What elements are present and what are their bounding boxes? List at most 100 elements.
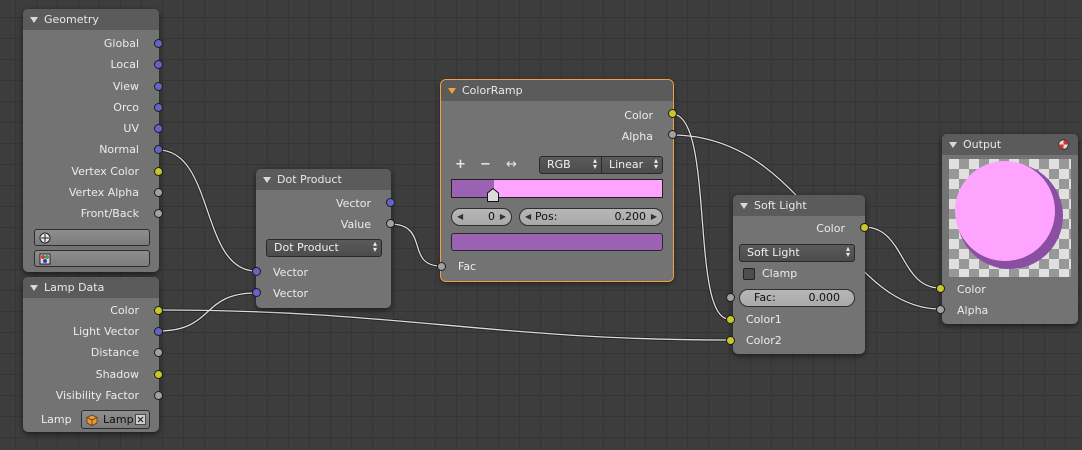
- interpolation-dropdown[interactable]: Linear ▴ ▾: [601, 156, 663, 174]
- lamp-light-vector-socket[interactable]: [154, 327, 163, 336]
- color-mode-dropdown[interactable]: RGB ▴ ▾: [539, 156, 602, 174]
- uv-map-field[interactable]: [34, 229, 150, 246]
- geometry-output-normal: Normal: [99, 143, 139, 156]
- dot-product-output-vector: Vector: [335, 197, 371, 210]
- soft-light-node[interactable]: Soft Light Color Soft Light ▴ ▾ Clamp Fac…: [733, 195, 865, 354]
- output-input-alpha: Alpha: [957, 304, 989, 317]
- active-stop-field[interactable]: ◀ 0 ▶: [451, 208, 512, 226]
- colorramp-color-out-socket[interactable]: [668, 109, 677, 118]
- soft-light-fac-in-socket[interactable]: [726, 293, 735, 302]
- lamp-distance-socket[interactable]: [154, 348, 163, 357]
- soft-light-node-header[interactable]: Soft Light: [733, 195, 865, 216]
- lamp-data-node[interactable]: Lamp Data Color Light Vector Distance Sh…: [23, 277, 159, 432]
- soft-light-color2-in-socket[interactable]: [726, 336, 735, 345]
- lamp-object-field[interactable]: Lamp: [81, 410, 150, 429]
- lamp-color-socket[interactable]: [154, 306, 163, 315]
- output-alpha-in-socket[interactable]: [936, 305, 945, 314]
- colorramp-node-title: ColorRamp: [462, 84, 523, 97]
- dot-product-node[interactable]: Dot Product Vector Value Dot Product ▴ ▾ …: [256, 169, 391, 308]
- decrement-arrow-icon[interactable]: ◀: [457, 209, 463, 225]
- output-input-color: Color: [957, 283, 986, 296]
- output-node-header[interactable]: Output: [942, 134, 1078, 155]
- collapse-triangle-icon[interactable]: [740, 203, 748, 209]
- dropdown-arrows-icon: ▴ ▾: [653, 156, 658, 171]
- geometry-output-front-back: Front/Back: [80, 207, 139, 220]
- preview-toggle-icon[interactable]: [1058, 139, 1069, 150]
- decrement-arrow-icon[interactable]: ◀: [525, 209, 531, 225]
- geometry-node-header[interactable]: Geometry: [23, 9, 159, 30]
- dot-product-vector-in-1-socket[interactable]: [252, 267, 261, 276]
- geometry-local-socket[interactable]: [154, 60, 163, 69]
- geometry-output-view: View: [112, 80, 139, 93]
- collapse-triangle-icon[interactable]: [263, 177, 271, 183]
- dot-product-vector-out-socket[interactable]: [386, 198, 395, 207]
- dropdown-arrows-icon: ▴ ▾: [592, 156, 597, 171]
- dot-product-node-title: Dot Product: [277, 173, 342, 186]
- lamp-output-color: Color: [110, 304, 139, 317]
- geometry-vertex-alpha-socket[interactable]: [154, 188, 163, 197]
- geometry-vertex-color-socket[interactable]: [154, 167, 163, 176]
- flip-ramp-button[interactable]: ↔: [506, 157, 517, 172]
- output-node[interactable]: Output Color Alpha: [942, 134, 1078, 324]
- dot-product-value-out-socket[interactable]: [386, 219, 395, 228]
- increment-arrow-icon[interactable]: ▶: [651, 209, 657, 225]
- lamp-object-value: Lamp: [103, 413, 134, 426]
- geometry-node-title: Geometry: [44, 13, 99, 26]
- lamp-output-shadow: Shadow: [95, 368, 139, 381]
- collapse-triangle-icon[interactable]: [30, 17, 38, 23]
- dot-product-operation-dropdown[interactable]: Dot Product ▴ ▾: [266, 239, 382, 257]
- geometry-orco-socket[interactable]: [154, 103, 163, 112]
- add-stop-button[interactable]: +: [455, 157, 466, 172]
- fac-value: 0.000: [808, 291, 841, 304]
- stop-position-field[interactable]: ◀ Pos: 0.200 ▶: [519, 208, 663, 226]
- dot-product-input-vector-2: Vector: [273, 287, 309, 300]
- lamp-object-icon: [86, 414, 98, 426]
- geometry-output-global: Global: [103, 37, 139, 50]
- color-mode-value: RGB: [547, 158, 571, 171]
- color-stop-marker[interactable]: [487, 187, 500, 202]
- dot-product-output-value: Value: [340, 218, 371, 231]
- lamp-data-node-header[interactable]: Lamp Data: [23, 277, 159, 298]
- collapse-triangle-icon[interactable]: [949, 142, 957, 148]
- colorramp-fac-in-socket[interactable]: [437, 262, 446, 271]
- output-color-in-socket[interactable]: [936, 284, 945, 293]
- preview-sphere: [955, 161, 1063, 269]
- geometry-front-back-socket[interactable]: [154, 209, 163, 218]
- colorramp-alpha-out-socket[interactable]: [668, 130, 677, 139]
- dot-product-node-header[interactable]: Dot Product: [256, 169, 391, 190]
- colorramp-node[interactable]: ColorRamp Color Alpha + − ↔ RGB ▴ ▾ Linea…: [440, 79, 674, 282]
- vertex-color-field[interactable]: [34, 250, 150, 267]
- dot-product-operation-value: Dot Product: [274, 241, 339, 254]
- increment-arrow-icon[interactable]: ▶: [500, 209, 506, 225]
- lamp-field-label: Lamp: [41, 413, 72, 426]
- geometry-uv-socket[interactable]: [154, 124, 163, 133]
- soft-light-color-out-socket[interactable]: [860, 223, 869, 232]
- geometry-normal-socket[interactable]: [154, 145, 163, 154]
- geometry-view-socket[interactable]: [154, 82, 163, 91]
- color-ramp-gradient[interactable]: [451, 179, 663, 198]
- collapse-triangle-icon[interactable]: [30, 285, 38, 291]
- dot-product-input-vector-1: Vector: [273, 266, 309, 279]
- geometry-output-uv: UV: [123, 122, 139, 135]
- clamp-checkbox[interactable]: [743, 268, 755, 280]
- lamp-visibility-factor-socket[interactable]: [154, 391, 163, 400]
- soft-light-input-color1: Color1: [746, 313, 782, 326]
- dropdown-arrows-icon: ▴ ▾: [845, 244, 850, 259]
- blend-mode-dropdown[interactable]: Soft Light ▴ ▾: [739, 244, 855, 262]
- geometry-node[interactable]: Geometry Global Local View Orco UV Norma…: [23, 9, 159, 272]
- clear-x-icon[interactable]: [135, 414, 146, 425]
- geometry-global-socket[interactable]: [154, 39, 163, 48]
- stop-color-swatch[interactable]: [451, 233, 663, 251]
- lamp-shadow-socket[interactable]: [154, 370, 163, 379]
- colorramp-input-fac: Fac: [458, 260, 477, 273]
- interpolation-value: Linear: [609, 158, 644, 171]
- output-node-title: Output: [963, 138, 1002, 151]
- soft-light-color1-in-socket[interactable]: [726, 315, 735, 324]
- soft-light-input-color2: Color2: [746, 334, 782, 347]
- colorramp-node-header[interactable]: ColorRamp: [441, 80, 673, 101]
- dot-product-vector-in-2-socket[interactable]: [252, 288, 261, 297]
- fac-field[interactable]: Fac: 0.000: [739, 289, 855, 307]
- remove-stop-button[interactable]: −: [480, 157, 491, 172]
- collapse-triangle-icon[interactable]: [448, 88, 456, 94]
- stop-position-label: Pos:: [535, 210, 558, 223]
